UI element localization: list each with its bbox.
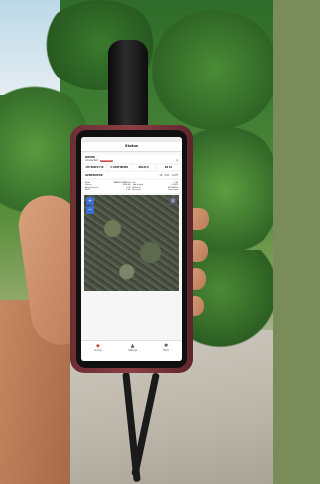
- generator-value: 2.01: [164, 173, 170, 177]
- tab-more[interactable]: ✱ More: [163, 343, 168, 352]
- tab-label: More: [163, 349, 169, 352]
- disconnect-button[interactable]: Disconnect: [99, 159, 114, 162]
- generator-label: GENERATOR: [85, 173, 103, 177]
- wifi-icon: ◔: [175, 158, 178, 162]
- info-table: Mode TRANSFORMATION Hei 1.40 Datum WGS 84 T…: [83, 180, 180, 194]
- gnss-antenna: [108, 40, 148, 128]
- info-key: PDOP: [85, 189, 91, 192]
- connection-status-text: Connected: [85, 158, 98, 162]
- metrics-row: LTE RINEX FIX 5 CONFIRMED SBCA(3) 88 Pa: [83, 165, 180, 170]
- bottom-tab-bar: ◆ Survey ▲ Settings ✱ More: [81, 340, 182, 361]
- metric-cell: 5 CONFIRMED: [107, 165, 131, 170]
- generator-card: GENERATOR 18 2.01 1.075: [83, 172, 180, 178]
- connection-status: Connected Disconnect: [85, 158, 114, 162]
- tab-settings[interactable]: ▲ Settings: [128, 343, 137, 352]
- foliage: [150, 10, 273, 130]
- tab-label: Settings: [128, 349, 138, 352]
- metric-cell: 88 Pa: [156, 165, 180, 170]
- page-title: Status: [81, 142, 182, 152]
- tab-survey[interactable]: ◆ Survey: [94, 343, 102, 352]
- metric-cell: LTE RINEX FIX: [83, 165, 107, 170]
- generator-value: 1.075: [171, 173, 178, 177]
- info-value: 1.45: [126, 189, 131, 192]
- info-key: Receiver: [132, 189, 141, 192]
- rover-card[interactable]: ROVER Connected Disconnect ◔: [83, 154, 180, 163]
- info-value: Connected: [167, 189, 178, 192]
- outdoor-scene: Status ROVER Connected Disconnect ◔ LTE R…: [0, 0, 273, 484]
- locate-button[interactable]: ◎: [169, 196, 177, 205]
- metric-cell: SBCA(3): [132, 165, 156, 170]
- phone-screen: Status ROVER Connected Disconnect ◔ LTE R…: [81, 137, 182, 361]
- zoom-out-button[interactable]: −: [86, 205, 94, 214]
- satellite-map[interactable]: + − ◎: [84, 194, 179, 291]
- tab-label: Survey: [94, 349, 102, 352]
- generator-value: 18: [159, 173, 163, 177]
- zoom-in-button[interactable]: +: [86, 196, 94, 205]
